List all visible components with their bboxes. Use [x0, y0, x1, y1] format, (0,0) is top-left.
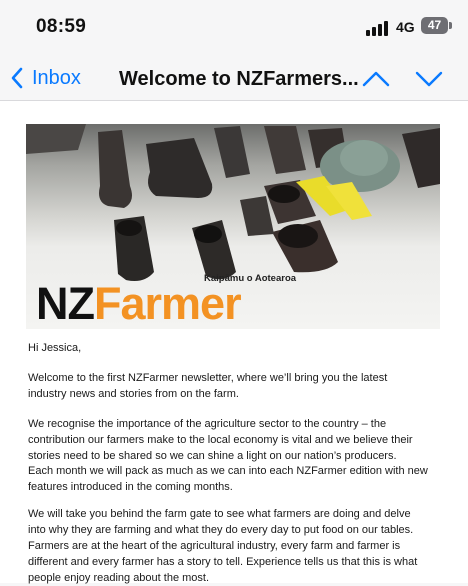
logo-farmer: Farmer — [94, 278, 242, 329]
email-body: Kaipāmu o Aotearoa NZFarmer Hi Jessica, … — [0, 101, 468, 584]
next-message-button[interactable] — [414, 66, 444, 92]
chevron-left-icon — [11, 67, 23, 89]
battery-nub — [449, 22, 452, 29]
body-paragraph-4: We will take you behind the farm gate to… — [28, 508, 418, 584]
battery-level: 47 — [427, 18, 442, 32]
status-bar: 08:59 4G 47 — [0, 0, 468, 58]
greeting: Hi Jessica, — [28, 342, 82, 354]
newsletter-banner: Kaipāmu o Aotearoa NZFarmer — [26, 124, 440, 329]
nzfarmer-logo: NZFarmer — [36, 278, 242, 329]
chevron-up-icon — [362, 71, 390, 87]
message-subject-title: Welcome to NZFarmers... — [119, 68, 359, 90]
body-paragraph-2: We recognise the importance of the agric… — [28, 418, 413, 462]
network-type: 4G — [396, 19, 415, 35]
battery-icon: 47 — [421, 17, 448, 34]
body-paragraph-1: Welcome to the first NZFarmer newsletter… — [28, 372, 388, 400]
cellular-signal-icon — [366, 20, 390, 36]
body-paragraph-3: Each month we will pack as much as we ca… — [28, 465, 428, 493]
status-time: 08:59 — [36, 16, 87, 37]
chevron-down-icon — [415, 71, 443, 87]
back-label: Inbox — [32, 66, 81, 89]
back-to-inbox-button[interactable]: Inbox — [10, 64, 81, 92]
mail-nav-bar: Inbox Welcome to NZFarmers... — [0, 58, 468, 101]
previous-message-button[interactable] — [361, 66, 391, 92]
logo-nz: NZ — [36, 278, 95, 329]
